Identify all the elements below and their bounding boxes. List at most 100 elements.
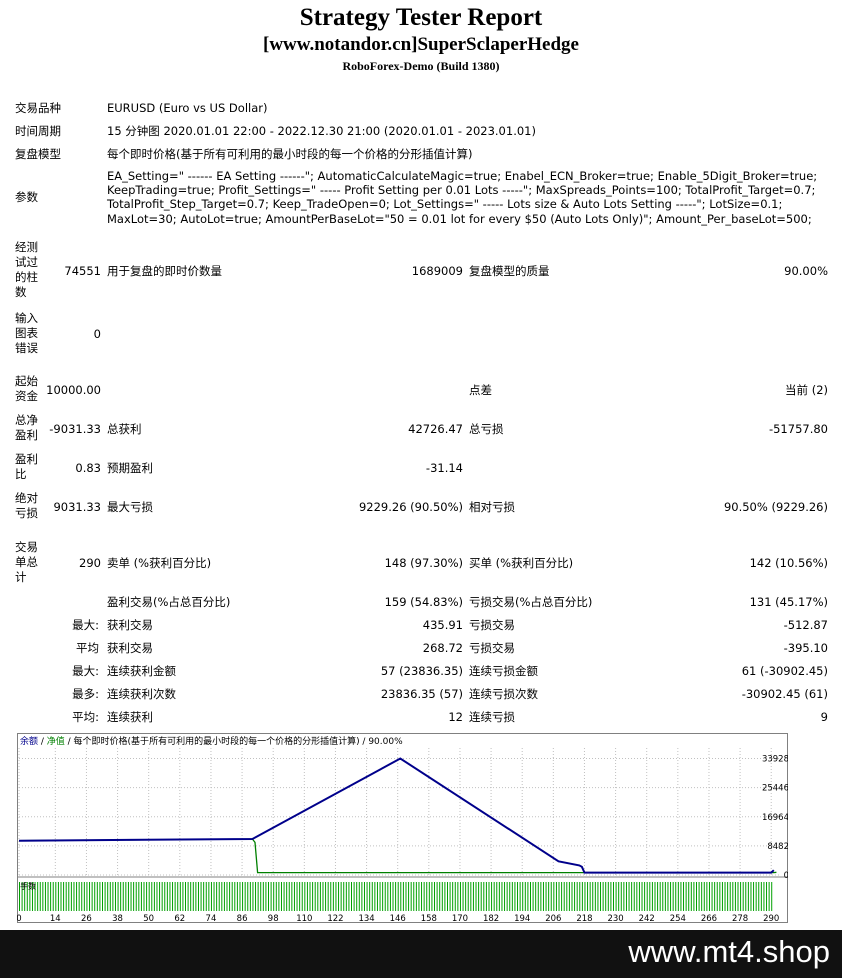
most-prefix: 最多: bbox=[72, 687, 99, 701]
net-label: 总净盈利 bbox=[15, 413, 38, 442]
x-tick-label: 0 bbox=[17, 914, 22, 923]
x-tick-label: 50 bbox=[143, 914, 154, 923]
avg2-prefix: 平均: bbox=[72, 710, 99, 724]
largest-profit-label: 获利交易 bbox=[107, 618, 153, 632]
x-tick-label: 194 bbox=[514, 914, 530, 923]
loss-trades-label: 亏损交易(%占总百分比) bbox=[469, 595, 593, 609]
loss-trades-value: 131 (45.17%) bbox=[749, 595, 828, 609]
short-value: 148 (97.30%) bbox=[384, 556, 463, 570]
quality-value: 90.00% bbox=[784, 264, 828, 278]
x-tick-label: 206 bbox=[545, 914, 561, 923]
x-tick-label: 170 bbox=[452, 914, 468, 923]
x-tick-label: 134 bbox=[358, 914, 374, 923]
x-tick-label: 218 bbox=[576, 914, 592, 923]
deposit-value: 10000.00 bbox=[46, 383, 101, 397]
legend-separator: / bbox=[38, 737, 47, 747]
largest-profit-value: 435.91 bbox=[422, 618, 463, 632]
expected-label: 预期盈利 bbox=[107, 461, 153, 475]
params-value: EA_Setting=" ------ EA Setting ------"; … bbox=[107, 169, 818, 226]
avg-cons-wins-label: 连续获利 bbox=[107, 710, 153, 724]
avg-profit-label: 获利交易 bbox=[107, 641, 153, 655]
symbol-label: 交易品种 bbox=[15, 101, 61, 115]
chart-legend: 余额 / 净值 / 每个即时价格(基于所有可利用的最小时段的每一个价格的分形插值… bbox=[20, 735, 403, 747]
x-tick-label: 182 bbox=[483, 914, 499, 923]
trades-value: 290 bbox=[79, 556, 101, 570]
gross-loss-value: -51757.80 bbox=[768, 422, 828, 436]
deposit-label: 起始资金 bbox=[15, 374, 38, 403]
y-tick-label: 33928 bbox=[762, 755, 788, 765]
x-tick-label: 158 bbox=[421, 914, 437, 923]
x-tick-label: 62 bbox=[174, 914, 185, 923]
y-tick-label: 0 bbox=[784, 871, 788, 881]
x-tick-label: 266 bbox=[701, 914, 717, 923]
legend-balance: 余额 bbox=[20, 735, 38, 747]
x-tick-label: 110 bbox=[296, 914, 312, 923]
y-tick-label: 16964 bbox=[762, 813, 788, 823]
max-cons-wins-label: 连续获利金额 bbox=[107, 664, 176, 678]
max-cons-losses-value: 61 (-30902.45) bbox=[741, 664, 828, 678]
chart-frame bbox=[17, 733, 788, 923]
period-value: 15 分钟图 2020.01.01 22:00 - 2022.12.30 21:… bbox=[107, 124, 536, 138]
quality-label: 复盘模型的质量 bbox=[469, 264, 550, 278]
x-tick-label: 254 bbox=[670, 914, 686, 923]
period-label: 时间周期 bbox=[15, 124, 61, 138]
x-tick-label: 38 bbox=[112, 914, 123, 923]
legend-equity: 净值 bbox=[47, 735, 65, 747]
lot-label: 手数 bbox=[20, 881, 36, 891]
avg-prefix: 平均 bbox=[76, 641, 99, 655]
long-label: 买单 (%获利百分比) bbox=[469, 556, 574, 570]
rel-dd-value: 90.50% (9229.26) bbox=[723, 500, 828, 514]
errors-value: 0 bbox=[93, 327, 101, 341]
avg-loss-label: 亏损交易 bbox=[469, 641, 515, 655]
largest-loss-label: 亏损交易 bbox=[469, 618, 515, 632]
x-tick-label: 122 bbox=[327, 914, 343, 923]
abs-dd-value: 9031.33 bbox=[53, 500, 101, 514]
max-cons-loss-value: -30902.45 (61) bbox=[741, 687, 828, 701]
x-tick-label: 74 bbox=[206, 914, 217, 923]
net-value: -9031.33 bbox=[49, 422, 101, 436]
x-tick-label: 278 bbox=[732, 914, 748, 923]
long-value: 142 (10.56%) bbox=[749, 556, 828, 570]
server-build: RoboForex-Demo (Build 1380) bbox=[342, 59, 500, 73]
x-tick-label: 98 bbox=[268, 914, 279, 923]
errors-label: 输入图表错误 bbox=[15, 311, 38, 355]
avg-cons-losses-value: 9 bbox=[820, 710, 828, 724]
max-dd-label: 最大亏损 bbox=[107, 500, 153, 514]
model-value: 每个即时价格(基于所有可利用的最小时段的每一个价格的分形插值计算) bbox=[107, 147, 473, 161]
watermark-text: www.mt4.shop bbox=[628, 934, 830, 969]
max-cons-loss-label: 连续亏损次数 bbox=[469, 687, 538, 701]
x-tick-label: 26 bbox=[81, 914, 92, 923]
balance-chart: 0 8482 16964 25446 33928 0 14 26 38 50 62 74 86 98 11… bbox=[17, 733, 788, 923]
abs-dd-label: 绝对亏损 bbox=[15, 491, 38, 520]
gross-profit-value: 42726.47 bbox=[408, 422, 463, 436]
x-tick-label: 230 bbox=[607, 914, 623, 923]
y-tick-label: 8482 bbox=[767, 842, 788, 852]
x-tick-label: 242 bbox=[639, 914, 655, 923]
max-cons-profit-label: 连续获利次数 bbox=[107, 687, 176, 701]
ticks-value: 1689009 bbox=[411, 264, 463, 278]
max-cons-losses-label: 连续亏损金额 bbox=[469, 664, 538, 678]
legend-model: / 每个即时价格(基于所有可利用的最小时段的每一个价格的分形插值计算) / 90… bbox=[65, 735, 403, 747]
rel-dd-label: 相对亏损 bbox=[469, 500, 515, 514]
avg-profit-value: 268.72 bbox=[422, 641, 463, 655]
spread-value: 当前 (2) bbox=[785, 383, 828, 397]
pf-value: 0.83 bbox=[75, 461, 101, 475]
x-tick-label: 146 bbox=[390, 914, 406, 923]
x-tick-label: 290 bbox=[763, 914, 779, 923]
params-label: 参数 bbox=[15, 190, 38, 204]
bars-label: 经测试过的柱数 bbox=[15, 240, 38, 299]
avg-loss-value: -395.10 bbox=[783, 641, 828, 655]
gross-loss-label: 总亏损 bbox=[469, 422, 504, 436]
x-tick-label: 14 bbox=[50, 914, 61, 923]
model-label: 复盘模型 bbox=[15, 147, 61, 161]
pf-label: 盈利比 bbox=[15, 452, 38, 481]
avg-cons-losses-label: 连续亏损 bbox=[469, 710, 515, 724]
max2-prefix: 最大: bbox=[72, 664, 99, 678]
spread-label: 点差 bbox=[469, 383, 492, 397]
expert-name: [www.notandor.cn]SuperSclaperHedge bbox=[263, 34, 579, 55]
largest-loss-value: -512.87 bbox=[783, 618, 828, 632]
bars-value: 74551 bbox=[64, 264, 101, 278]
short-label: 卖单 (%获利百分比) bbox=[107, 556, 212, 570]
max-prefix: 最大: bbox=[72, 618, 99, 632]
symbol-value: EURUSD (Euro vs US Dollar) bbox=[107, 101, 268, 115]
